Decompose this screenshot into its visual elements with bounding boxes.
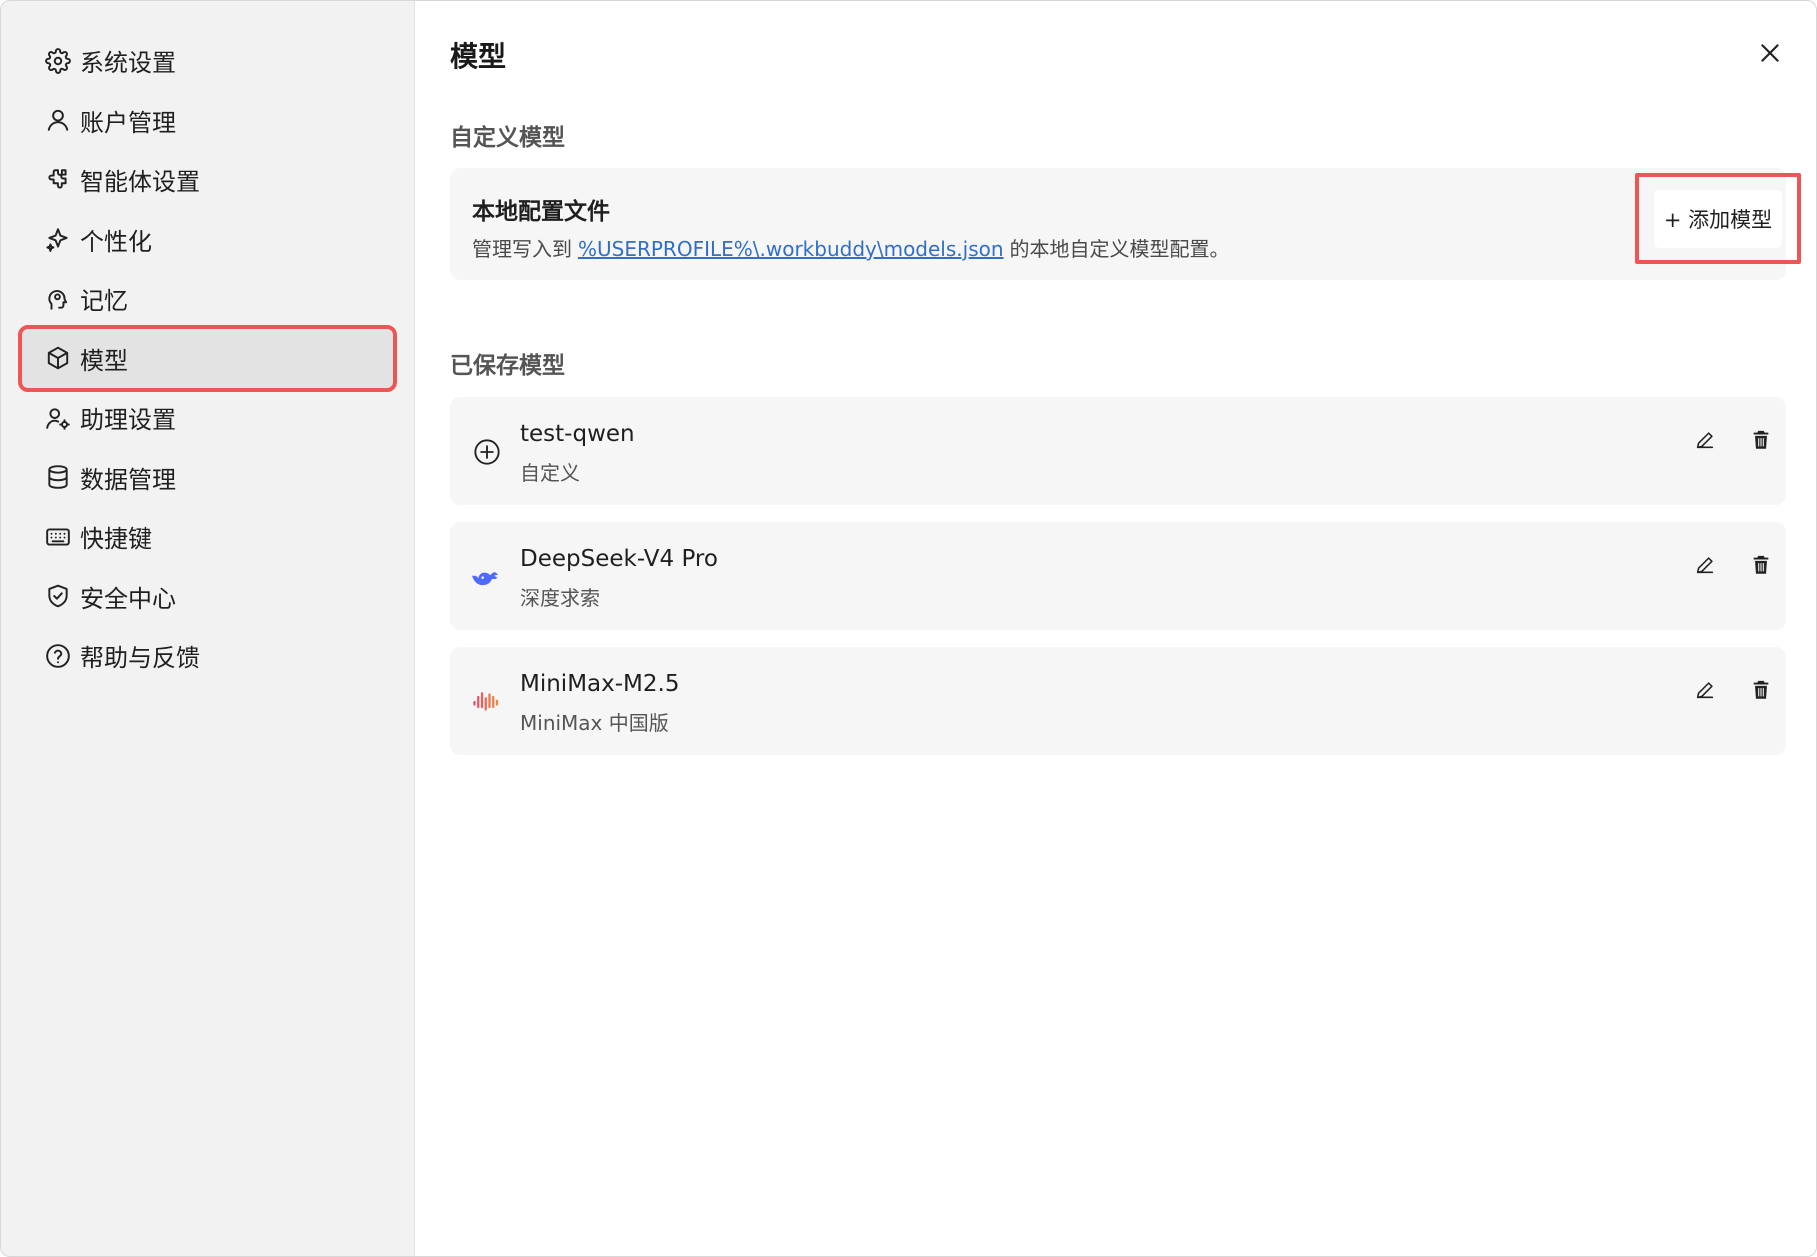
model-card-minimax[interactable]: MiniMax-M2.5 MiniMax 中国版 — [450, 647, 1786, 755]
model-provider: 自定义 — [520, 461, 580, 485]
delete-button[interactable] — [1746, 425, 1776, 455]
model-name: MiniMax-M2.5 — [520, 671, 680, 697]
sparkle-icon — [44, 225, 72, 253]
pencil-icon — [1696, 557, 1714, 574]
close-icon — [1761, 44, 1779, 62]
sidebar-item-memory[interactable]: 记忆 — [22, 269, 393, 329]
sidebar-item-system-settings[interactable]: 系统设置 — [22, 31, 393, 91]
model-provider: MiniMax 中国版 — [520, 711, 669, 735]
minimax-wave-icon — [472, 687, 502, 717]
sidebar-item-label: 系统设置 — [80, 49, 176, 78]
edit-button[interactable] — [1690, 550, 1720, 580]
gear-icon — [44, 47, 72, 75]
settings-window: 系统设置 账户管理 智能体设置 个性化 记忆 模型 助理设置 数据管理 快捷键 … — [0, 0, 1817, 1257]
sidebar: 系统设置 账户管理 智能体设置 个性化 记忆 模型 助理设置 数据管理 快捷键 … — [1, 1, 415, 1256]
sidebar-item-data-management[interactable]: 数据管理 — [22, 448, 393, 508]
pencil-icon — [1696, 432, 1714, 449]
config-desc-suffix: 的本地自定义模型配置。 — [1009, 237, 1230, 261]
pencil-icon — [1696, 682, 1714, 699]
sidebar-item-account[interactable]: 账户管理 — [22, 91, 393, 151]
page-title: 模型 — [450, 40, 507, 73]
sidebar-item-agent-settings[interactable]: 智能体设置 — [22, 150, 393, 210]
sidebar-item-assistant-settings[interactable]: 助理设置 — [22, 388, 393, 448]
sidebar-item-personalization[interactable]: 个性化 — [22, 210, 393, 270]
config-desc-prefix: 管理写入到 — [472, 237, 572, 261]
sidebar-item-label: 助理设置 — [80, 406, 176, 435]
model-provider: 深度求索 — [520, 586, 600, 610]
shield-check-icon — [44, 582, 72, 610]
help-circle-icon — [44, 642, 72, 670]
trash-icon — [1753, 555, 1769, 574]
delete-button[interactable] — [1746, 675, 1776, 705]
edit-button[interactable] — [1690, 675, 1720, 705]
add-model-highlight: + 添加模型 — [1635, 173, 1801, 264]
config-card-title: 本地配置文件 — [472, 199, 610, 225]
models-json-link[interactable]: %USERPROFILE%\.workbuddy\models.json — [578, 237, 1004, 261]
sidebar-item-shortcuts[interactable]: 快捷键 — [22, 507, 393, 567]
edit-button[interactable] — [1690, 425, 1720, 455]
sidebar-item-label: 个性化 — [80, 227, 152, 256]
sidebar-item-label: 快捷键 — [80, 525, 152, 554]
model-card-deepseek[interactable]: DeepSeek-V4 Pro 深度求索 — [450, 522, 1786, 630]
config-card-description: 管理写入到 %USERPROFILE%\.workbuddy\models.jso… — [472, 233, 1230, 262]
keyboard-icon — [44, 523, 72, 551]
plus-circle-icon — [472, 437, 502, 467]
model-name: DeepSeek-V4 Pro — [520, 546, 718, 572]
sidebar-item-security-center[interactable]: 安全中心 — [22, 567, 393, 627]
main-panel: 模型 自定义模型 本地配置文件 管理写入到 %USERPROFILE%\.work… — [416, 1, 1816, 1256]
sidebar-item-label: 帮助与反馈 — [80, 644, 200, 673]
local-config-card: 本地配置文件 管理写入到 %USERPROFILE%\.workbuddy\mod… — [450, 168, 1801, 280]
saved-models-heading: 已保存模型 — [450, 353, 565, 379]
sidebar-item-models[interactable]: 模型 — [18, 324, 397, 392]
cube-icon — [44, 344, 72, 372]
sidebar-item-label: 智能体设置 — [80, 168, 200, 197]
deepseek-whale-icon — [472, 562, 502, 592]
user-gear-icon — [44, 404, 72, 432]
sidebar-item-help-feedback[interactable]: 帮助与反馈 — [22, 626, 393, 686]
brain-head-icon — [44, 285, 72, 313]
add-model-button[interactable]: + 添加模型 — [1653, 189, 1783, 248]
user-icon — [44, 106, 72, 134]
sidebar-item-label: 账户管理 — [80, 108, 176, 137]
model-name: test-qwen — [520, 421, 635, 447]
close-button[interactable] — [1754, 37, 1786, 69]
sidebar-item-label: 数据管理 — [80, 465, 176, 494]
sidebar-item-label: 记忆 — [80, 287, 128, 316]
model-card-test-qwen[interactable]: test-qwen 自定义 — [450, 397, 1786, 505]
puzzle-icon — [44, 166, 72, 194]
database-icon — [44, 463, 72, 491]
custom-models-heading: 自定义模型 — [450, 125, 565, 151]
sidebar-item-label: 安全中心 — [80, 584, 176, 613]
trash-icon — [1753, 430, 1769, 449]
delete-button[interactable] — [1746, 550, 1776, 580]
sidebar-item-label: 模型 — [80, 346, 128, 375]
trash-icon — [1753, 680, 1769, 699]
